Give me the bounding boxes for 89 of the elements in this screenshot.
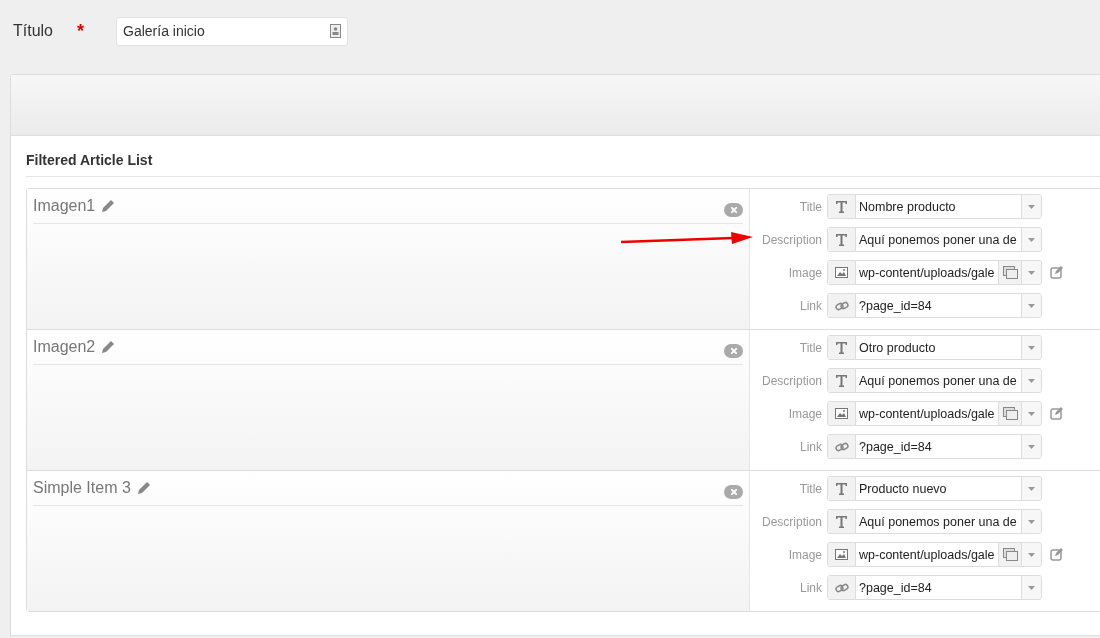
- caret-icon: [1028, 378, 1035, 383]
- dropdown-button[interactable]: [1021, 336, 1041, 359]
- input-field[interactable]: Nombre producto: [827, 194, 1042, 219]
- input-field[interactable]: wp-content/uploads/gale: [827, 401, 1042, 426]
- field-label: Description: [760, 232, 822, 247]
- pencil-icon[interactable]: [100, 339, 117, 355]
- dropdown-button[interactable]: [1021, 261, 1041, 284]
- media-button[interactable]: [998, 261, 1021, 284]
- section-heading: Filtered Article List: [26, 152, 1100, 177]
- photos-icon: [1002, 548, 1018, 561]
- field-label: Image: [787, 265, 822, 280]
- text-icon: [836, 374, 847, 387]
- caret-icon: [1028, 552, 1035, 557]
- caret-icon: [1028, 585, 1035, 590]
- required-mark: *: [77, 20, 84, 42]
- field-label: Image: [787, 547, 822, 562]
- field-label: Link: [799, 298, 822, 313]
- input-field[interactable]: Aquí ponemos poner una de: [827, 368, 1042, 393]
- input-field[interactable]: ?page_id=84: [827, 575, 1042, 600]
- caret-icon: [1028, 237, 1035, 242]
- dropdown-button[interactable]: [1021, 402, 1041, 425]
- input-field[interactable]: Aquí ponemos poner una de: [827, 227, 1042, 252]
- edit-icon: [1050, 407, 1063, 420]
- caret-icon: [1028, 303, 1035, 308]
- link-icon: [834, 299, 849, 312]
- pencil-icon[interactable]: [100, 198, 117, 214]
- input-field[interactable]: Aquí ponemos poner una de: [827, 509, 1042, 534]
- edit-icon: [1050, 548, 1063, 561]
- field-label: Description: [760, 373, 822, 388]
- field-label: Image: [787, 406, 822, 421]
- remove-button[interactable]: [724, 344, 743, 358]
- text-icon: [836, 200, 847, 213]
- item-name: Imagen1: [33, 197, 96, 215]
- field-label: Link: [799, 439, 822, 454]
- link-icon: [834, 440, 849, 453]
- media-button[interactable]: [998, 402, 1021, 425]
- input-field[interactable]: wp-content/uploads/gale: [827, 260, 1042, 285]
- pencil-icon[interactable]: [135, 480, 152, 496]
- input-field[interactable]: Producto nuevo: [827, 476, 1042, 501]
- image-icon: [835, 549, 848, 560]
- dropdown-button[interactable]: [1021, 435, 1041, 458]
- image-icon: [835, 408, 848, 419]
- contact-card-icon[interactable]: [330, 24, 341, 38]
- photos-icon: [1002, 266, 1018, 279]
- dropdown-button[interactable]: [1021, 369, 1041, 392]
- close-icon: [730, 489, 737, 495]
- dropdown-button[interactable]: [1021, 543, 1041, 566]
- edit-button[interactable]: [1050, 407, 1063, 420]
- input-field[interactable]: Otro producto: [827, 335, 1042, 360]
- field-label: Link: [799, 580, 822, 595]
- photos-icon: [1002, 407, 1018, 420]
- remove-button[interactable]: [724, 485, 743, 499]
- text-icon: [836, 341, 847, 354]
- text-icon: [836, 515, 847, 528]
- caret-icon: [1028, 444, 1035, 449]
- caret-icon: [1028, 270, 1035, 275]
- caret-icon: [1028, 204, 1035, 209]
- item-name: Imagen2: [33, 338, 96, 356]
- dropdown-button[interactable]: [1021, 195, 1041, 218]
- close-icon: [730, 207, 737, 213]
- edit-icon: [1050, 266, 1063, 279]
- edit-button[interactable]: [1050, 548, 1063, 561]
- dropdown-button[interactable]: [1021, 294, 1041, 317]
- dropdown-button[interactable]: [1021, 228, 1041, 251]
- field-label: Title: [798, 199, 822, 214]
- field-label: Title: [798, 340, 822, 355]
- close-icon: [730, 348, 737, 354]
- dropdown-button[interactable]: [1021, 576, 1041, 599]
- dropdown-button[interactable]: [1021, 510, 1041, 533]
- edit-button[interactable]: [1050, 266, 1063, 279]
- input-field[interactable]: wp-content/uploads/gale: [827, 542, 1042, 567]
- link-icon: [834, 581, 849, 594]
- field-label: Description: [760, 514, 822, 529]
- input-field[interactable]: ?page_id=84: [827, 434, 1042, 459]
- input-field[interactable]: Galería inicio: [116, 16, 348, 46]
- caret-icon: [1028, 486, 1035, 491]
- field-label: Title: [798, 481, 822, 496]
- image-icon: [835, 267, 848, 278]
- text-icon: [836, 482, 847, 495]
- remove-button[interactable]: [724, 203, 743, 217]
- caret-icon: [1028, 519, 1035, 524]
- media-button[interactable]: [998, 543, 1021, 566]
- caret-icon: [1028, 411, 1035, 416]
- text-icon: [836, 233, 847, 246]
- field-label: Título: [13, 22, 54, 40]
- input-field[interactable]: ?page_id=84: [827, 293, 1042, 318]
- dropdown-button[interactable]: [1021, 477, 1041, 500]
- caret-icon: [1028, 345, 1035, 350]
- item-name: Simple Item 3: [33, 479, 131, 497]
